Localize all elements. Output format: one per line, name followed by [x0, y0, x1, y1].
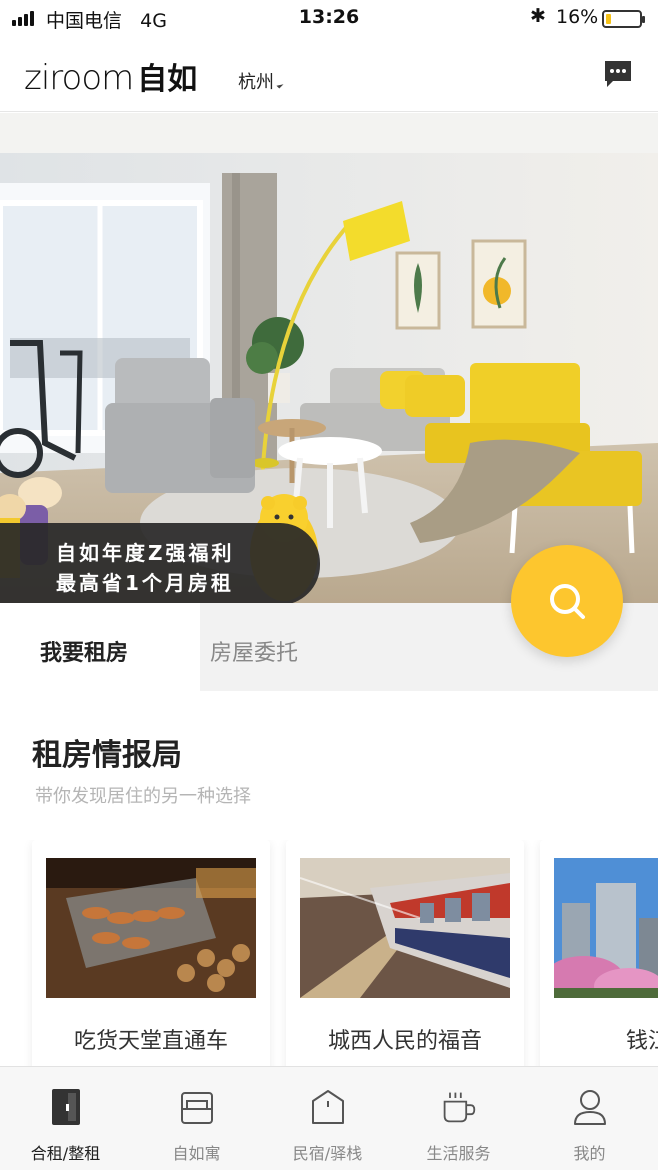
city-selector[interactable]: 杭州: [238, 68, 284, 94]
promo-line2: 最高省1个月房租: [56, 571, 234, 595]
promo-line1: 自如年度Z强福利: [56, 541, 235, 565]
nav-item-life-service[interactable]: 生活服务: [393, 1067, 524, 1170]
search-icon: [550, 584, 585, 619]
nav-item-label: 生活服务: [426, 1144, 491, 1163]
article-card-title: 城西人民的福音: [327, 1029, 482, 1054]
nav-item-ziroom-apartment[interactable]: 自如寓: [131, 1067, 262, 1170]
nav-item-label: 合租/整租: [30, 1144, 101, 1163]
subway-image: [300, 858, 510, 998]
caret-down-icon: [276, 81, 284, 89]
article-cards: 吃货天堂直通车 城西人民的福音 钱: [0, 840, 658, 1066]
ziroom-logo: ziroom 自如: [24, 58, 198, 98]
battery-fill: [606, 14, 611, 24]
article-card-title: 钱江世: [625, 1029, 658, 1054]
bed-icon: [181, 1092, 213, 1124]
section-title: 租房情报局: [32, 738, 182, 773]
nav-item-label: 自如寓: [172, 1144, 221, 1163]
promo-banner[interactable]: 自如年度Z强福利 最高省1个月房租: [0, 523, 320, 603]
city-image: [554, 858, 658, 998]
city-label: 杭州: [238, 72, 274, 93]
user-icon: [574, 1090, 606, 1125]
article-card-title: 吃货天堂直通车: [73, 1029, 228, 1054]
house-icon: [312, 1090, 344, 1124]
article-card[interactable]: 钱江世: [540, 840, 658, 1066]
nav-item-homestay[interactable]: 民宿/驿栈: [262, 1067, 393, 1170]
cup-icon: [443, 1092, 476, 1123]
message-icon[interactable]: [602, 58, 634, 90]
nav-item-me[interactable]: 我的: [524, 1067, 655, 1170]
article-card[interactable]: 吃货天堂直通车: [32, 840, 270, 1066]
hero-banner[interactable]: 自如年度Z强福利 最高省1个月房租: [0, 113, 658, 603]
article-card[interactable]: 城西人民的福音: [286, 840, 524, 1066]
battery-percent: 16%: [556, 6, 599, 28]
status-bar: 中国电信 4G 13:26 ✱ 16%: [0, 0, 658, 38]
app-header: ziroom 自如 杭州: [0, 38, 658, 112]
bottom-tab-bar: 合租/整租 自如寓 民宿/驿栈 生活服务 我的: [0, 1066, 658, 1170]
nav-item-rent[interactable]: 合租/整租: [0, 1067, 131, 1170]
battery-icon: [602, 10, 645, 28]
nav-item-label: 民宿/驿栈: [292, 1144, 363, 1163]
section-subtitle: 带你发现居住的另一种选择: [35, 786, 251, 807]
bluetooth-icon: ✱: [530, 5, 546, 27]
tab-rent-label[interactable]: 我要租房: [40, 635, 128, 667]
food-image: [46, 858, 256, 998]
search-button[interactable]: [511, 545, 623, 657]
door-icon: [52, 1089, 80, 1125]
tab-entrust-label[interactable]: 房屋委托: [210, 635, 298, 667]
nav-item-label: 我的: [573, 1144, 606, 1163]
